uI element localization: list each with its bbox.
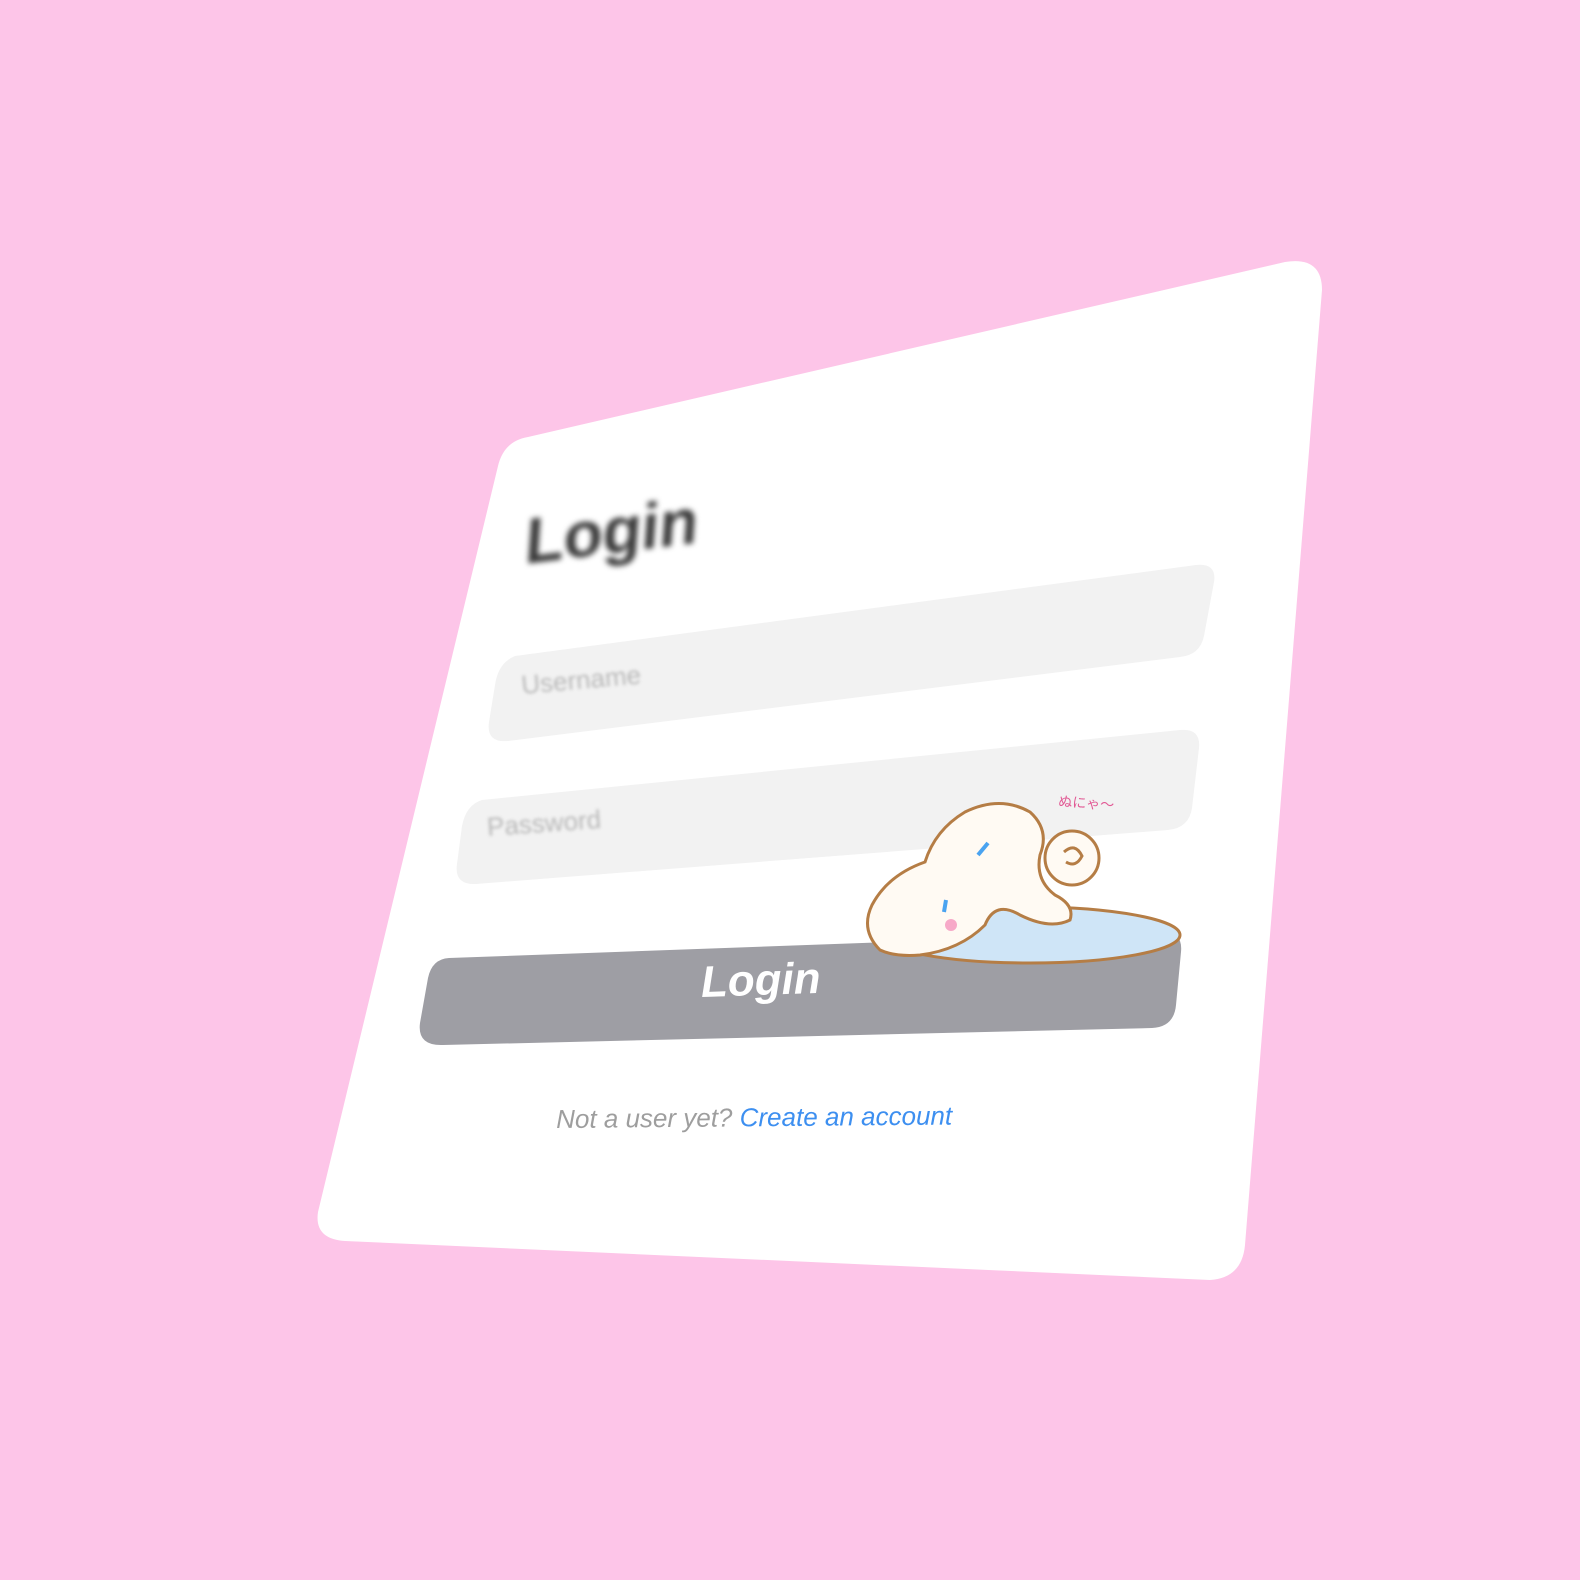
login-button-label: Login (700, 953, 822, 1007)
signup-prompt: Not a user yet? Create an account (556, 1101, 952, 1135)
create-account-link[interactable]: Create an account (740, 1101, 953, 1133)
page-title: Login (520, 484, 702, 578)
password-placeholder: Password (486, 804, 602, 842)
login-card: ぬにゃ〜 (317, 261, 1322, 1281)
username-input[interactable] (488, 564, 1215, 742)
login-page: ぬにゃ〜 Login Username Password Login Not a… (0, 0, 1580, 1580)
signup-question: Not a user yet? (556, 1102, 733, 1134)
dog-body-shape (866, 802, 1073, 957)
tear-icon (976, 841, 990, 857)
dog-tail-curl (1062, 846, 1084, 866)
username-placeholder: Username (520, 659, 643, 700)
sticker-caption: ぬにゃ〜 (1058, 794, 1115, 814)
puddle-shape (878, 905, 1182, 965)
dog-tail-shape (1043, 829, 1101, 887)
crying-dog-sticker: ぬにゃ〜 (866, 794, 1182, 965)
tear-drop-icon (942, 899, 948, 913)
dog-nose-shape (945, 919, 957, 931)
